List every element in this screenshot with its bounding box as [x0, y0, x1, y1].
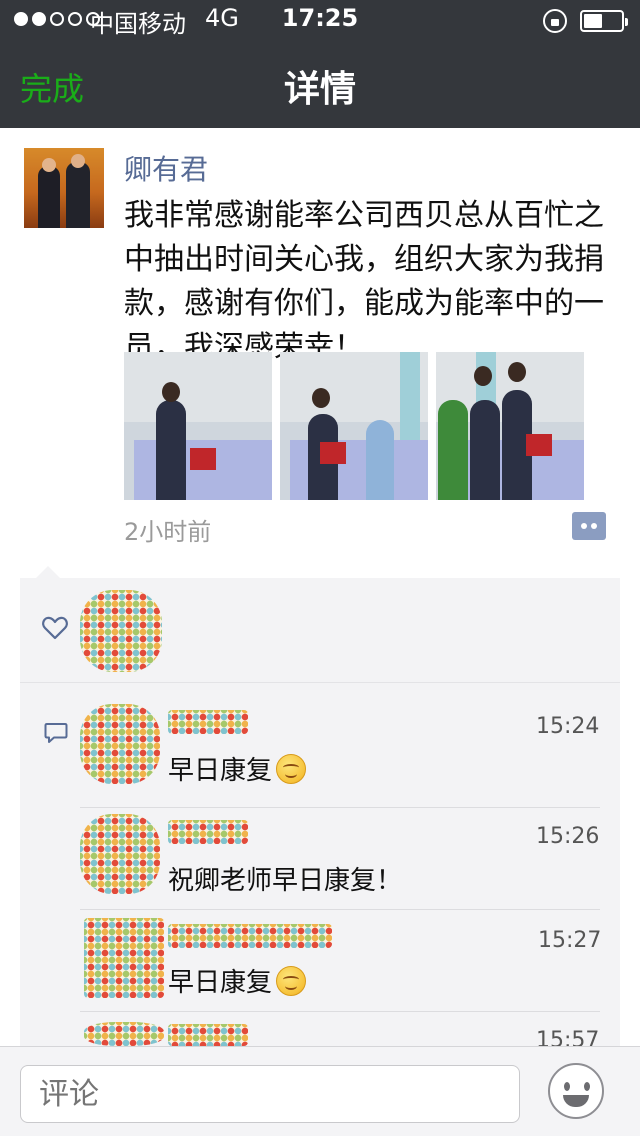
smile-emoji-icon	[276, 965, 307, 996]
comment-text: 祝卿老师早日康复！	[168, 866, 403, 896]
comment-divider	[80, 1011, 600, 1012]
comment-text: 早日康复	[168, 968, 273, 998]
comment-divider	[80, 807, 600, 808]
comment-divider	[80, 909, 600, 910]
post-text: 我非常感谢能率公司西贝总从百忙之中抽出时间关心我，组织大家为我捐款，感谢有你们，…	[124, 198, 604, 365]
commenter-name[interactable]	[168, 1024, 248, 1046]
comment-icon	[44, 723, 68, 743]
status-bar: 中国移动 4G 17:25	[0, 0, 640, 40]
rotation-lock-icon	[543, 9, 567, 33]
comment-text: 早日康复	[168, 756, 273, 786]
smile-emoji-icon	[276, 753, 307, 784]
commenter-avatar[interactable]	[84, 1022, 164, 1046]
more-actions-button[interactable]	[572, 512, 606, 540]
post-photo-2[interactable]	[280, 352, 428, 500]
commenter-avatar[interactable]	[80, 814, 160, 894]
commenter-name[interactable]	[168, 710, 248, 734]
navigation-bar: 完成 详情	[0, 40, 640, 128]
post-photo-3[interactable]	[436, 352, 584, 500]
author-name[interactable]: 卿有君	[124, 148, 208, 188]
commenter-name[interactable]	[168, 924, 332, 948]
comment-time: 15:27	[538, 928, 602, 953]
likes-pointer	[36, 566, 60, 578]
top-bar: 中国移动 4G 17:25 完成 详情	[0, 0, 640, 128]
comment-text-row: 祝卿老师早日康复！	[168, 860, 402, 897]
heart-icon	[42, 616, 68, 640]
comment-text-row: 早日康复	[168, 750, 307, 787]
post-photos	[124, 352, 584, 500]
post-photo-1[interactable]	[124, 352, 272, 500]
comment-input[interactable]	[20, 1065, 520, 1123]
comment-input-bar	[0, 1046, 640, 1136]
commenter-avatar[interactable]	[84, 918, 164, 998]
comment-text-row: 早日康复	[168, 962, 307, 999]
liker-avatar[interactable]	[80, 590, 162, 672]
author-avatar[interactable]	[24, 148, 104, 228]
comment-time: 15:24	[536, 714, 600, 739]
commenter-name[interactable]	[168, 820, 248, 844]
post-time: 2小时前	[124, 518, 212, 546]
commenter-avatar[interactable]	[80, 704, 160, 784]
comment-time: 15:26	[536, 824, 600, 849]
page-title: 详情	[283, 69, 356, 110]
emoji-button[interactable]	[548, 1063, 604, 1119]
battery-icon	[580, 10, 628, 32]
